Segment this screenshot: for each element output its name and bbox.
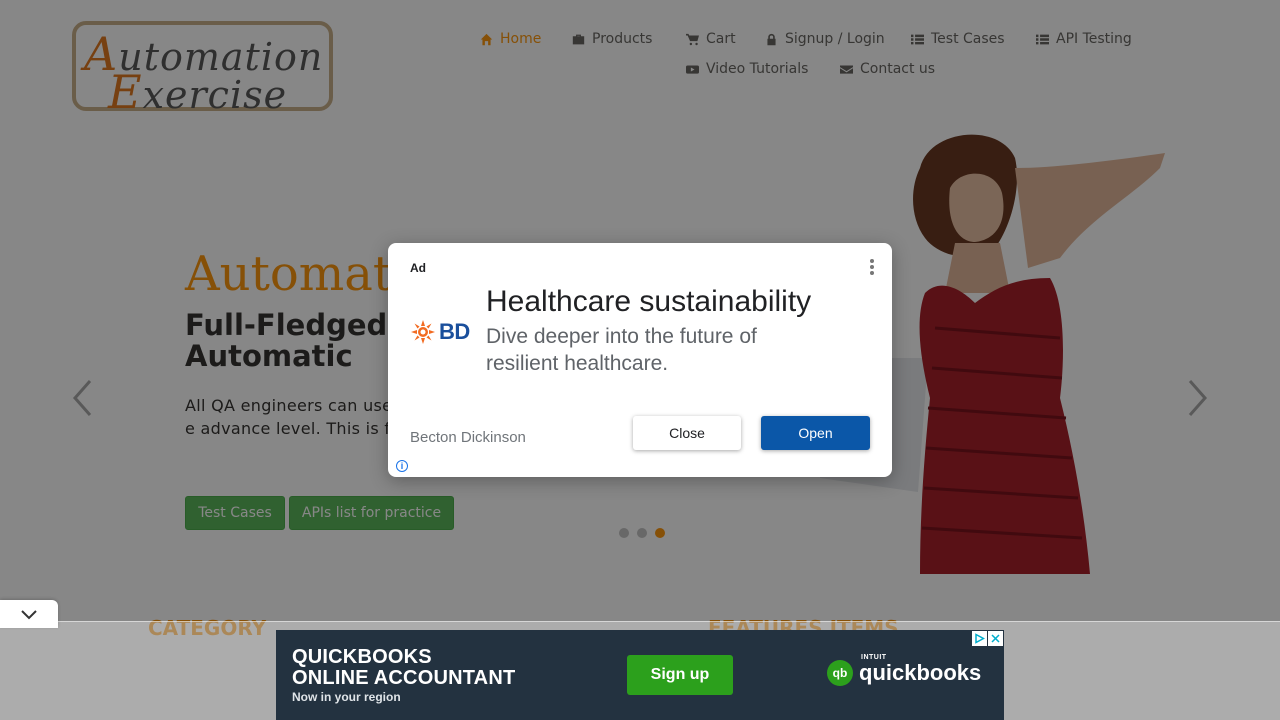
banner-close-button[interactable] bbox=[988, 631, 1003, 646]
chevron-down-icon bbox=[21, 610, 37, 620]
ad-description[interactable]: Dive deeper into the future of resilient… bbox=[486, 323, 816, 377]
anchor-ad-collapse-toggle[interactable] bbox=[0, 600, 58, 628]
quickbooks-banner-ad[interactable]: QUICKBOOKS ONLINE ACCOUNTANT Now in your… bbox=[276, 630, 1004, 720]
close-icon bbox=[991, 634, 1000, 643]
ad-brand-logo[interactable]: BD bbox=[411, 319, 470, 345]
quickbooks-label: quickbooks bbox=[859, 660, 982, 685]
ad-close-button[interactable]: Close bbox=[633, 416, 741, 450]
bd-sunburst-icon bbox=[411, 320, 435, 344]
ad-brand-text: BD bbox=[439, 319, 470, 344]
quickbooks-logo: qb INTUIT quickbooks bbox=[827, 654, 982, 686]
adchoices-icon[interactable] bbox=[972, 631, 987, 646]
ad-info-icon[interactable]: i bbox=[396, 460, 408, 472]
banner-signup-button[interactable]: Sign up bbox=[627, 655, 733, 695]
qb-mark-icon: qb bbox=[827, 660, 853, 686]
banner-headline: QUICKBOOKS ONLINE ACCOUNTANT bbox=[292, 647, 515, 689]
ad-advertiser[interactable]: Becton Dickinson bbox=[410, 429, 526, 446]
banner-headline-line-1: QUICKBOOKS bbox=[292, 646, 432, 668]
ad-headline[interactable]: Healthcare sustainability bbox=[486, 285, 811, 319]
ad-label: Ad bbox=[410, 261, 426, 275]
interstitial-ad-dialog: Ad BD Healthcare sustainability Dive dee… bbox=[388, 243, 892, 477]
ad-open-button[interactable]: Open bbox=[761, 416, 870, 450]
ad-options-icon[interactable] bbox=[866, 257, 878, 279]
banner-headline-line-2: ONLINE ACCOUNTANT bbox=[292, 667, 516, 689]
intuit-label: INTUIT bbox=[861, 654, 887, 661]
banner-subline: Now in your region bbox=[292, 690, 401, 704]
adchoices-triangle-icon bbox=[975, 633, 985, 644]
